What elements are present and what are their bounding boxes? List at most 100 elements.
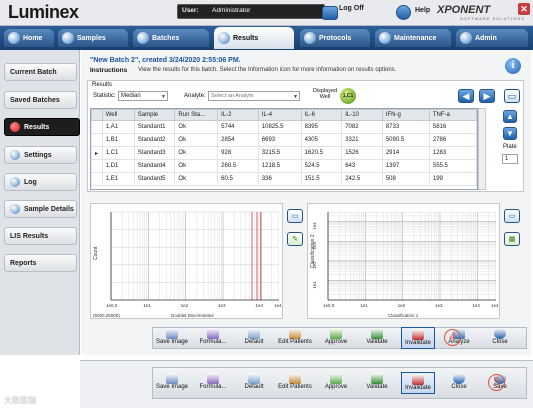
- table-cell: 242.5: [341, 172, 383, 186]
- save-image-button[interactable]: Save Image: [155, 327, 189, 349]
- table-cell: 1620.5: [300, 146, 343, 160]
- sidebar-item-label: Saved Batches: [10, 96, 60, 104]
- column-header[interactable]: IL-2: [217, 109, 259, 121]
- help-icon[interactable]: [396, 5, 411, 20]
- table-cell: 3215.5: [257, 146, 302, 160]
- button-label: Save Image: [155, 384, 189, 390]
- expand-grid-icon[interactable]: ▭: [504, 89, 520, 103]
- table-row[interactable]: 1,A1 Standard1 Ok 5744 10825.5 8395 7082 8733 58…: [91, 120, 477, 134]
- column-header[interactable]: Sample: [133, 109, 176, 121]
- sidebar-item-settings[interactable]: Settings: [4, 146, 77, 164]
- statistic-select[interactable]: Median ▼: [118, 91, 168, 101]
- sidebar-item-label: Reports: [10, 259, 37, 267]
- tab-admin[interactable]: Admin: [456, 29, 528, 47]
- row-indicator: [91, 120, 103, 134]
- table-cell: Ok: [174, 120, 219, 134]
- approve-button[interactable]: Approve: [319, 372, 353, 394]
- sidebar-item-current-batch[interactable]: Current Batch: [4, 63, 77, 81]
- table-row[interactable]: 1,E1 Standard5 Ok 60.5 336 151.5 242.5 508 199: [91, 172, 477, 186]
- admin-icon: [460, 32, 472, 44]
- plate-select[interactable]: 1: [502, 154, 518, 164]
- expand-classification-icon[interactable]: ▭: [504, 209, 520, 223]
- invalidate-button[interactable]: Invalidate: [401, 327, 435, 349]
- column-header[interactable]: IFN-g: [381, 109, 430, 121]
- tab-maintenance[interactable]: Maintenance: [375, 29, 451, 47]
- column-header[interactable]: Run Sta...: [174, 109, 219, 121]
- button-label: Default: [244, 384, 264, 390]
- default-button[interactable]: Default: [237, 372, 271, 394]
- default-icon: [248, 373, 260, 384]
- batches-icon: [137, 32, 149, 44]
- default-button[interactable]: Default: [237, 327, 271, 349]
- column-header[interactable]: IL-6: [300, 109, 343, 121]
- maintenance-icon: [379, 32, 391, 44]
- close-button[interactable]: Close: [483, 327, 517, 349]
- edit-patients-button[interactable]: Edit Patients: [278, 327, 312, 349]
- approve-button[interactable]: Approve: [319, 327, 353, 349]
- histogram-plot[interactable]: 1e0.0 1e1 1e2 1e3 1e4 1e4.5 Count Doublet Dis…: [90, 203, 283, 319]
- expand-histogram-icon[interactable]: ▭: [287, 209, 303, 223]
- table-scrollbar[interactable]: [478, 108, 486, 190]
- table-row[interactable]: 1,B1 Standard2 Ok 2854 6693 4305 3321 5090.5 278…: [91, 133, 477, 147]
- sidebar-item-results[interactable]: Results: [4, 118, 80, 136]
- close-app-icon[interactable]: ✕: [518, 3, 530, 15]
- table-cell: 3321: [341, 133, 383, 147]
- user-label: User:: [182, 7, 199, 14]
- formula-button[interactable]: Formula...: [196, 327, 230, 349]
- x-tick-label: 1e0.0: [323, 303, 335, 308]
- column-header[interactable]: IL-10: [341, 109, 383, 121]
- table-cell: 1526: [341, 146, 383, 160]
- column-header[interactable]: Well: [101, 109, 135, 121]
- info-icon[interactable]: i: [505, 58, 521, 74]
- validate-button[interactable]: Validate: [360, 372, 394, 394]
- x-tick-label: 1e2: [181, 303, 189, 308]
- x-tick-label: 1e4: [255, 303, 263, 308]
- logoff-button[interactable]: Log Off: [339, 5, 364, 12]
- up-arrow-icon[interactable]: ▲: [503, 110, 517, 123]
- tab-label: Batches: [152, 34, 180, 42]
- validate-button[interactable]: Validate: [360, 327, 394, 349]
- tab-samples[interactable]: Samples: [58, 29, 128, 47]
- sidebar-item-log[interactable]: Log: [4, 173, 77, 191]
- formula-icon: [207, 373, 219, 384]
- table-row[interactable]: ▸ 1,C1 Standard3 Ok 928 3215.5 1620.5 1526 2914 1…: [91, 146, 477, 160]
- classification-plot[interactable]: 1e0.01e11e21e31e41e4.51e41e31e21e1 Class…: [307, 203, 500, 319]
- table-cell: 1218.5: [257, 159, 302, 173]
- table-cell: 8395: [300, 120, 343, 134]
- histogram-range: (5000,25000): [93, 313, 120, 318]
- edit-patients-button[interactable]: Edit Patients: [278, 372, 312, 394]
- tab-batches[interactable]: Batches: [133, 29, 209, 47]
- table-cell: 508: [381, 172, 430, 186]
- tab-label: Home: [23, 34, 43, 42]
- table-row[interactable]: 1,D1 Standard4 Ok 260.5 1218.5 524.5 643 1397 55…: [91, 159, 477, 173]
- analyte-placeholder: Select an Analyte: [211, 93, 254, 99]
- next-arrow-icon[interactable]: ▶: [479, 89, 495, 103]
- region-tool-icon[interactable]: ▦: [504, 232, 520, 246]
- button-label: Formula...: [199, 339, 227, 345]
- table-cell: 1,D1: [101, 159, 135, 173]
- tab-results[interactable]: Results: [214, 27, 294, 49]
- row-indicator: [91, 172, 103, 186]
- tab-home[interactable]: Home: [4, 29, 54, 47]
- logoff-icon[interactable]: [322, 6, 338, 20]
- invalidate-button[interactable]: Invalidate: [401, 372, 435, 394]
- save-image-button[interactable]: Save Image: [155, 372, 189, 394]
- sidebar-item-lis-results[interactable]: LIS Results: [4, 227, 77, 245]
- column-header[interactable]: IL-4: [257, 109, 302, 121]
- close-button[interactable]: Close: [442, 372, 476, 394]
- invalidate-icon: [412, 329, 424, 340]
- displayed-well-badge[interactable]: 1,C1: [340, 88, 356, 104]
- save-image-icon: [166, 373, 178, 384]
- prev-arrow-icon[interactable]: ◀: [458, 89, 474, 103]
- sidebar-item-saved-batches[interactable]: Saved Batches: [4, 91, 77, 109]
- sidebar-item-sample-details[interactable]: Sample Details: [4, 200, 77, 218]
- analyte-select[interactable]: Select an Analyte ▼: [208, 91, 300, 101]
- tab-protocols[interactable]: Protocols: [300, 29, 370, 47]
- gate-tool-icon[interactable]: ✎: [287, 232, 303, 246]
- help-button[interactable]: Help: [415, 7, 430, 14]
- table-cell: 1,B1: [101, 133, 135, 147]
- formula-button[interactable]: Formula...: [196, 372, 230, 394]
- sidebar-item-reports[interactable]: Reports: [4, 254, 77, 272]
- down-arrow-icon[interactable]: ▼: [503, 127, 517, 140]
- column-header[interactable]: TNF-a: [428, 109, 477, 121]
